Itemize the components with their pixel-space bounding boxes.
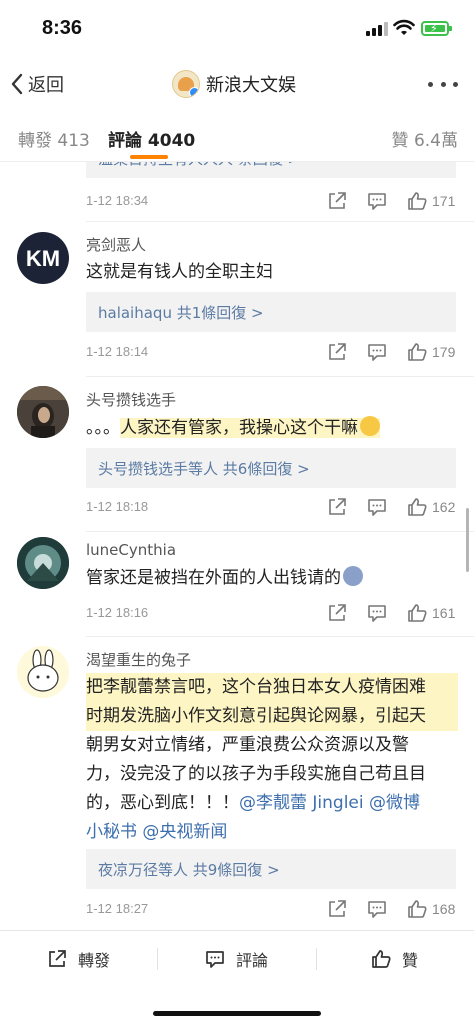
share-icon: [49, 950, 66, 967]
share-icon[interactable]: [326, 190, 348, 212]
comment-meta: 1-12 18:27 168: [86, 898, 458, 922]
like-icon: [372, 950, 391, 968]
comment-feed[interactable]: 温柔日持生有人人人 条回復 > 1-12 18:34 171 KM 亮剑恶人 这…: [0, 110, 474, 930]
comment-text: 这就是有钱人的全职主妇: [86, 262, 273, 282]
like-count: 168: [432, 901, 456, 917]
avatar[interactable]: KM: [17, 232, 69, 284]
username[interactable]: 头号攒钱选手: [86, 389, 176, 410]
username[interactable]: luneCynthia: [86, 541, 176, 559]
comment-time: 1-12 18:14: [86, 344, 149, 359]
active-tab-indicator: [130, 155, 168, 159]
tab-repost[interactable]: 轉發 413: [18, 126, 90, 151]
like-count: 179: [432, 344, 456, 360]
comment-icon[interactable]: [366, 898, 388, 920]
reply-user-link[interactable]: 头号攒钱选手: [98, 460, 188, 478]
share-icon[interactable]: [326, 898, 348, 920]
divider: [86, 531, 474, 532]
avatar[interactable]: [17, 646, 69, 698]
nav-bar: 返回 新浪大文娱: [0, 58, 474, 110]
account-title[interactable]: 新浪大文娱: [172, 68, 296, 100]
share-icon[interactable]: [326, 602, 348, 624]
reply-summary[interactable]: 头号攒钱选手等人 共6條回復 >: [86, 448, 456, 488]
home-indicator[interactable]: [153, 1011, 321, 1016]
comment-time: 1-12 18:18: [86, 499, 149, 514]
mention-link[interactable]: @李靓蕾 Jinglei: [239, 793, 364, 813]
like-count: 161: [432, 605, 456, 621]
back-button[interactable]: 返回: [10, 68, 64, 100]
reply-user-link[interactable]: halaihaqu: [98, 304, 172, 322]
comment-icon[interactable]: [366, 496, 388, 518]
crying-emoji-icon: [343, 566, 363, 586]
username[interactable]: 亮剑恶人: [86, 234, 146, 255]
tab-likes[interactable]: 贊 6.4萬: [392, 126, 458, 151]
mention-link[interactable]: 小秘书: [86, 822, 137, 842]
account-avatar: [172, 70, 200, 98]
wifi-icon: [393, 19, 415, 35]
status-time: 8:36: [42, 17, 83, 39]
like-icon[interactable]: [406, 341, 428, 363]
reply-count: 共1條回復 >: [171, 304, 264, 322]
back-label: 返回: [28, 75, 64, 96]
scrollbar[interactable]: [466, 508, 469, 572]
like-icon[interactable]: [406, 602, 428, 624]
comment-icon[interactable]: [366, 602, 388, 624]
comment-icon[interactable]: [366, 190, 388, 212]
tab-comments[interactable]: 評論 4040: [108, 126, 195, 151]
tabs-bar: 轉發 413 評論 4040 贊 6.4萬: [0, 110, 474, 162]
comment-meta: 1-12 18:16 161: [86, 602, 458, 626]
avatar[interactable]: [17, 537, 69, 589]
like-icon[interactable]: [406, 898, 428, 920]
share-icon[interactable]: [326, 496, 348, 518]
like-count: 162: [432, 499, 456, 515]
comment-text: 。。。人家还有管家，我操心这个干嘛: [86, 414, 458, 443]
like-count: 171: [432, 193, 456, 209]
comment-meta: 1-12 18:14 179: [86, 341, 458, 365]
like-button[interactable]: 贊: [370, 946, 418, 972]
divider: [86, 221, 474, 222]
divider: [86, 636, 474, 637]
comment-icon: [206, 951, 224, 968]
bottom-action-bar: 轉發 評論 贊: [0, 930, 474, 1024]
battery-icon: ⚡: [421, 21, 452, 36]
like-icon[interactable]: [406, 496, 428, 518]
reply-count: 等人 共6條回復 >: [188, 460, 310, 478]
comment-meta: 1-12 18:34 171: [86, 190, 458, 214]
highlighted-text: 人家还有管家，我操心这个干嘛: [120, 416, 380, 438]
smirk-emoji-icon: [360, 416, 380, 436]
like-icon[interactable]: [406, 190, 428, 212]
username[interactable]: 渴望重生的兔子: [86, 649, 191, 670]
comment-time: 1-12 18:27: [86, 901, 149, 916]
avatar[interactable]: [17, 386, 69, 438]
divider: [86, 376, 474, 377]
mention-link[interactable]: @央视新闻: [142, 822, 227, 842]
share-icon[interactable]: [326, 341, 348, 363]
mention-link[interactable]: @微博: [369, 793, 420, 813]
divider: [157, 948, 158, 970]
reply-summary[interactable]: halaihaqu 共1條回復 >: [86, 292, 456, 332]
signal-icon: [366, 22, 388, 36]
comment-time: 1-12 18:16: [86, 605, 149, 620]
comment-text: 管家还是被挡在外面的人出钱请的: [86, 564, 458, 593]
divider: [316, 948, 317, 970]
comment-time: 1-12 18:34: [86, 193, 149, 208]
comment-button[interactable]: 評論: [204, 946, 268, 972]
comment-text: 把李靓蕾禁言吧，这个台独日本女人疫情困难 时期发洗脑小作文刻意引起舆论网暴，引起…: [86, 673, 458, 847]
comment-meta: 1-12 18:18 162: [86, 496, 458, 520]
status-bar: 8:36 ⚡: [0, 0, 474, 58]
svg-text:KM: KM: [26, 246, 60, 271]
repost-button[interactable]: 轉發: [46, 946, 110, 972]
more-icon[interactable]: [428, 74, 458, 94]
reply-summary[interactable]: 夜凉万径等人 共9條回復 >: [86, 849, 456, 889]
back-chevron-icon: [11, 73, 23, 95]
comment-icon[interactable]: [366, 341, 388, 363]
account-name: 新浪大文娱: [206, 75, 296, 96]
